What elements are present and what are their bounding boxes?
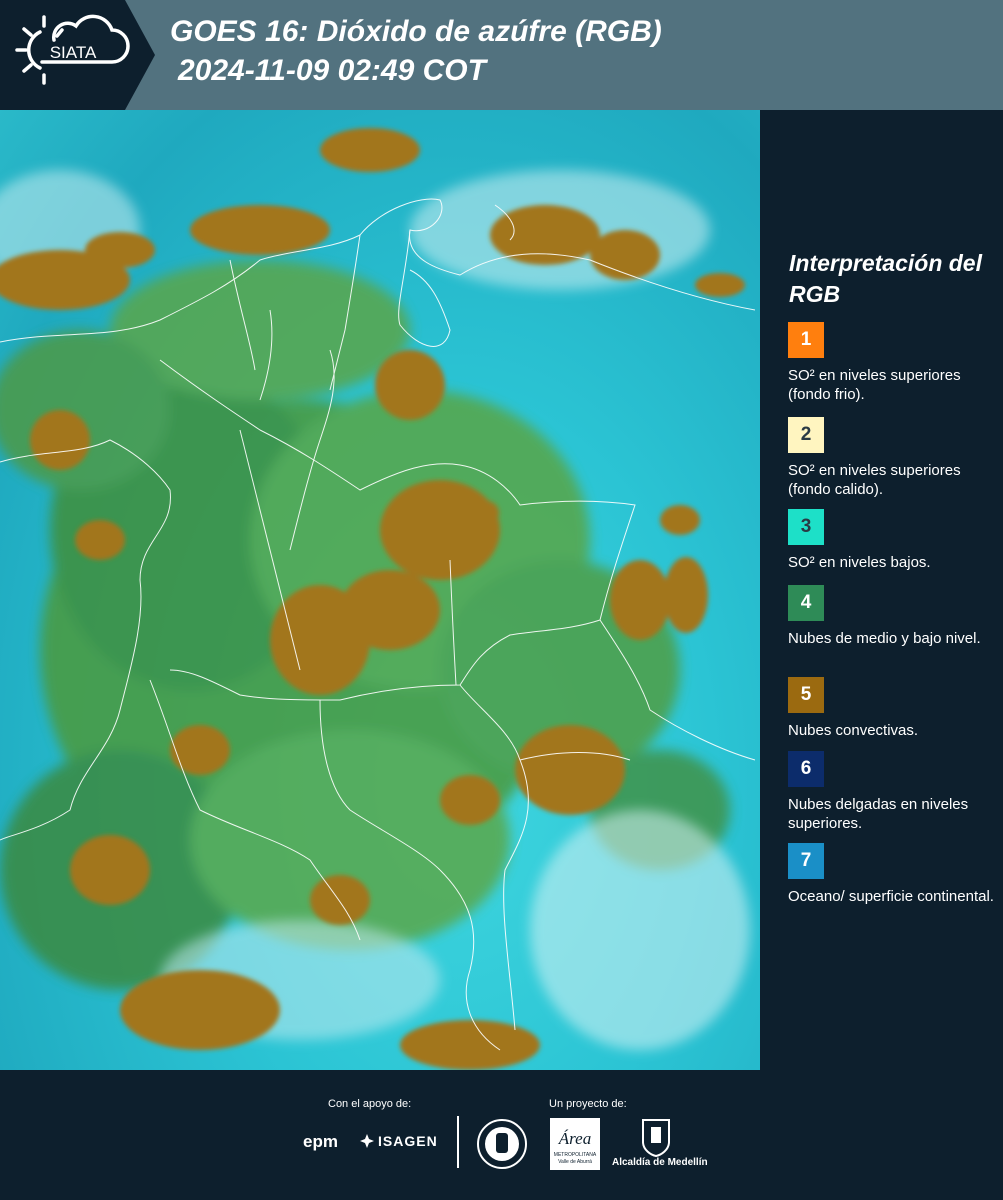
legend-number-7: 7 bbox=[800, 850, 812, 871]
legend-item-6: 6 Nubes delgadas en niveles superiores. bbox=[788, 751, 998, 833]
legend-swatch-1: 1 bbox=[788, 322, 824, 358]
timestamp: 2024-11-09 02:49 COT bbox=[178, 54, 486, 87]
legend-swatch-3: 3 bbox=[788, 509, 824, 545]
legend-label-3: SO² en niveles bajos. bbox=[788, 554, 931, 571]
legend-number-3: 3 bbox=[800, 516, 812, 537]
page-title: GOES 16: Dióxido de azúfre (RGB) bbox=[170, 15, 662, 48]
legend-number-4: 4 bbox=[800, 592, 812, 613]
legend-number-1: 1 bbox=[800, 329, 812, 350]
footer: Con el apoyo de: Un proyecto de: epm ISA… bbox=[0, 1070, 1003, 1200]
medellin-seal-icon bbox=[477, 1119, 527, 1169]
legend-number-2: 2 bbox=[800, 424, 812, 445]
legend-swatch-7: 7 bbox=[788, 843, 824, 879]
legend-swatch-4: 4 bbox=[788, 585, 824, 621]
legend-item-2: 2 SO² en niveles superiores (fondo calid… bbox=[788, 417, 998, 499]
area-logo-sub1: METROPOLITANA bbox=[554, 1152, 597, 1158]
area-logo-sub2: Valle de Aburrá bbox=[558, 1159, 592, 1165]
project-caption: Un proyecto de: bbox=[549, 1098, 627, 1110]
siata-logo-text: SIATA bbox=[50, 43, 97, 62]
alcaldia-shield-icon bbox=[642, 1119, 670, 1158]
legend-swatch-6: 6 bbox=[788, 751, 824, 787]
legend-swatch-5: 5 bbox=[788, 677, 824, 713]
isagen-icon bbox=[360, 1134, 374, 1148]
legend-item-4: 4 Nubes de medio y bajo nivel. bbox=[788, 585, 998, 648]
legend-item-5: 5 Nubes convectivas. bbox=[788, 677, 998, 740]
epm-logo: epm bbox=[303, 1132, 338, 1151]
legend-number-6: 6 bbox=[800, 758, 812, 779]
alcaldia-label: Alcaldía de Medellín bbox=[612, 1157, 708, 1168]
support-caption: Con el apoyo de: bbox=[328, 1098, 412, 1110]
legend-title: Interpretación del RGB bbox=[789, 250, 982, 307]
legend-label-1: SO² en niveles superiores (fondo frio). bbox=[788, 367, 961, 403]
legend-swatch-2: 2 bbox=[788, 417, 824, 453]
legend-item-1: 1 SO² en niveles superiores (fondo frio)… bbox=[788, 322, 998, 404]
legend-item-3: 3 SO² en niveles bajos. bbox=[788, 509, 998, 572]
satellite-image bbox=[0, 110, 760, 1070]
isagen-label: ISAGEN bbox=[378, 1133, 438, 1149]
legend-label-6: Nubes delgadas en niveles superiores. bbox=[788, 796, 969, 832]
area-metropolitana-logo: Área METROPOLITANA Valle de Aburrá bbox=[550, 1118, 600, 1170]
siata-logo: SIATA bbox=[0, 0, 155, 110]
header: SIATA GOES 16: Dióxido de azúfre (RGB) 2… bbox=[0, 0, 1003, 110]
legend-label-7: Oceano/ superficie continental. bbox=[788, 888, 994, 905]
legend-panel: Interpretación del RGB 1 SO² en niveles … bbox=[760, 110, 1003, 1070]
legend-label-2: SO² en niveles superiores (fondo calido)… bbox=[788, 462, 961, 498]
area-logo-text: Área bbox=[558, 1129, 591, 1148]
legend-label-5: Nubes convectivas. bbox=[788, 722, 919, 739]
isagen-logo: ISAGEN bbox=[360, 1133, 438, 1149]
legend-label-4: Nubes de medio y bajo nivel. bbox=[788, 630, 981, 647]
footer-divider bbox=[457, 1116, 459, 1168]
legend-item-7: 7 Oceano/ superficie continental. bbox=[788, 843, 998, 906]
legend-number-5: 5 bbox=[800, 684, 812, 705]
